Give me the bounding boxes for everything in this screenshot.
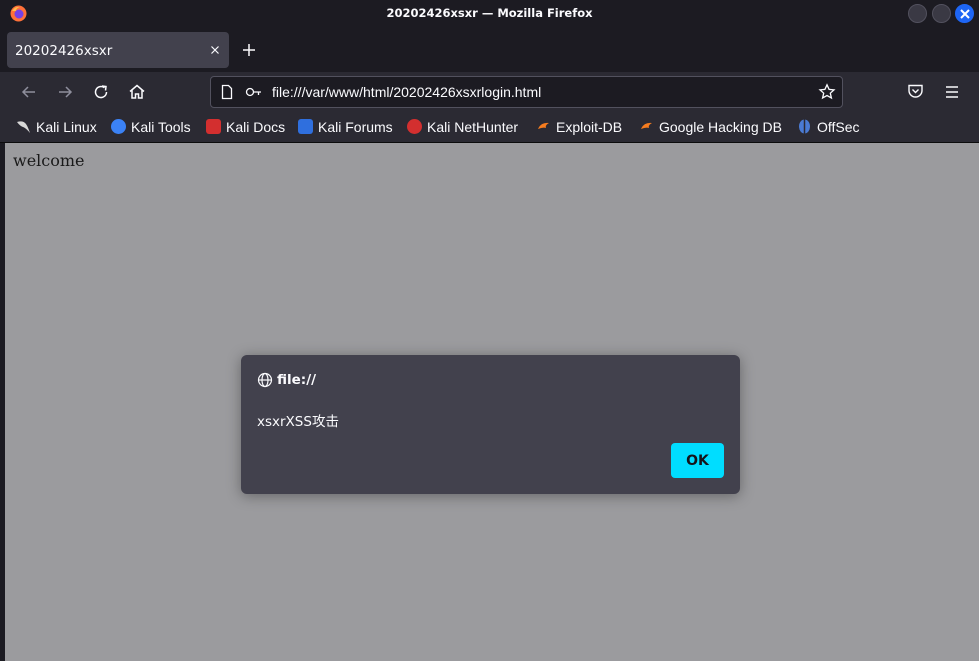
bookmark-kali-nethunter[interactable]: Kali NetHunter <box>407 119 518 137</box>
page-icon[interactable] <box>219 84 235 100</box>
close-icon <box>960 9 970 19</box>
bookmark-label: Kali Forums <box>318 119 393 135</box>
tab-close-icon[interactable] <box>208 43 222 57</box>
offsec-icon <box>799 119 810 134</box>
maximize-button[interactable] <box>932 4 951 23</box>
bookmark-label: Kali NetHunter <box>427 119 519 135</box>
bookmark-label: OffSec <box>817 119 860 135</box>
dialog-message: xsxrXSS攻击 <box>257 414 339 430</box>
bookmark-kali-linux[interactable]: Kali Linux <box>16 119 97 137</box>
bookmark-label: Exploit-DB <box>556 119 623 135</box>
globe-icon <box>257 372 273 388</box>
url-text[interactable]: file:///var/www/html/20202426xsxrlogin.h… <box>272 84 541 100</box>
ghdb-icon <box>641 122 652 129</box>
dialog-origin: file:// <box>277 372 317 388</box>
url-bar[interactable]: file:///var/www/html/20202426xsxrlogin.h… <box>210 76 843 108</box>
tab-strip: 20202426xsxr <box>0 28 979 72</box>
bookmark-kali-forums[interactable]: Kali Forums <box>298 119 393 137</box>
tab-title: 20202426xsxr <box>15 43 113 59</box>
forward-icon[interactable] <box>55 82 75 102</box>
home-icon[interactable] <box>127 82 147 102</box>
kali-tools-icon <box>111 119 126 134</box>
new-tab-icon[interactable] <box>240 41 258 59</box>
bookmark-kali-docs[interactable]: Kali Docs <box>206 119 285 137</box>
bookmark-label: Google Hacking DB <box>659 119 782 135</box>
window-title: 20202426xsxr — Mozilla Firefox <box>386 6 593 20</box>
tab-active[interactable]: 20202426xsxr <box>7 32 229 68</box>
bookmarks-toolbar: Kali Linux Kali Tools Kali Docs Kali For… <box>0 112 979 143</box>
pocket-icon[interactable] <box>906 82 925 101</box>
bookmark-label: Kali Docs <box>226 119 286 135</box>
welcome-text: welcome <box>13 151 85 170</box>
bookmark-label: Kali Linux <box>36 119 97 135</box>
reload-icon[interactable] <box>91 82 111 102</box>
kali-docs-icon <box>206 119 221 134</box>
bookmark-star-icon[interactable] <box>818 83 836 101</box>
close-window-button[interactable] <box>955 4 974 23</box>
key-permissions-icon[interactable] <box>245 85 263 99</box>
kali-nethunter-icon <box>407 119 422 134</box>
bookmark-offsec[interactable]: OffSec <box>797 119 860 137</box>
minimize-button[interactable] <box>908 4 927 23</box>
title-bar: 20202426xsxr — Mozilla Firefox <box>0 0 979 28</box>
kali-forums-icon <box>298 119 313 134</box>
ok-button[interactable]: OK <box>671 443 724 478</box>
navigation-toolbar: file:///var/www/html/20202426xsxrlogin.h… <box>0 72 979 112</box>
back-icon[interactable] <box>19 82 39 102</box>
kali-dragon-icon <box>17 121 30 133</box>
bookmark-label: Kali Tools <box>131 119 191 135</box>
exploit-db-icon <box>538 122 549 129</box>
bookmark-exploit-db[interactable]: Exploit-DB <box>536 119 622 137</box>
bookmark-google-hacking-db[interactable]: Google Hacking DB <box>639 119 782 137</box>
hamburger-menu-icon[interactable] <box>943 83 961 101</box>
bookmark-kali-tools[interactable]: Kali Tools <box>111 119 191 137</box>
alert-dialog: file:// xsxrXSS攻击 OK <box>241 355 740 494</box>
